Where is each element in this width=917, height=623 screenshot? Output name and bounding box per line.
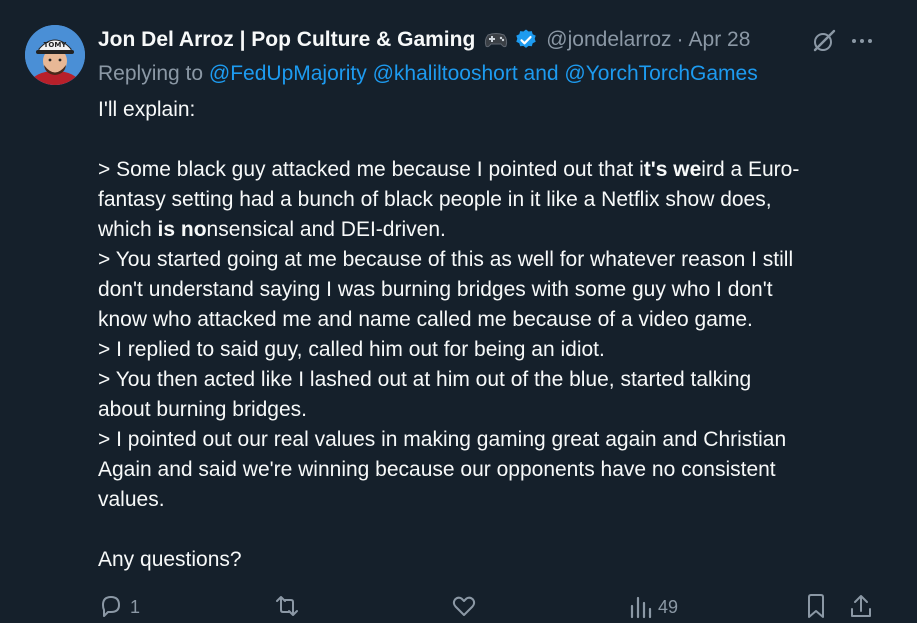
separator-dot: · [676,28,684,51]
bookmark-button[interactable] [804,593,828,619]
reply-icon [98,593,124,619]
body-bold-text: t's we [643,158,702,181]
tweet-header: Jon Del Arroz | Pop Culture & Gaming @jo… [98,24,917,56]
grok-icon[interactable] [811,28,837,54]
mention-khaliltooshort[interactable]: @khaliltooshort [373,62,518,85]
body-text: ird a Euro- [701,158,800,181]
body-line: know who attacked me and name called me … [98,308,753,331]
author-name[interactable]: Jon Del Arroz | Pop Culture & Gaming [98,28,475,52]
body-line: I'll explain: [98,98,196,121]
body-line: > You started going at me because of thi… [98,248,794,271]
bookmark-icon [804,593,828,619]
mention-fedupmajority[interactable]: @FedUpMajority [209,62,367,85]
body-text: which [98,218,158,241]
reply-button[interactable]: 1 [98,593,140,619]
body-text: nsensical and DEI-driven. [206,218,446,241]
tweet-date[interactable]: Apr 28 [689,28,751,52]
replying-to: Replying to @FedUpMajority @khaliltoosho… [98,62,758,86]
body-line: Any questions? [98,548,242,571]
action-bar: 1 49 [98,593,888,623]
body-bold-text: is no [157,218,207,241]
replying-prefix: Replying to [98,62,204,85]
retweet-button[interactable] [273,593,301,619]
tweet[interactable]: TOMY Jon Del Arroz | Pop Culture & Gamin… [0,0,917,619]
like-button[interactable] [451,593,477,619]
body-line: fantasy setting had a bunch of black peo… [98,188,772,211]
body-line: > I replied to said guy, called him out … [98,338,605,361]
replying-and: and [523,62,559,85]
body-line: Again and said we're winning because our… [98,458,776,481]
share-button[interactable] [848,593,874,619]
avatar-cap-text: TOMY [44,41,68,49]
body-blank [98,515,888,545]
like-icon [451,593,477,619]
share-icon [848,593,874,619]
body-line: values. [98,488,165,511]
body-line: > I pointed out our real values in makin… [98,428,787,451]
body-line: which is nonsensical and DEI-driven. [98,215,888,245]
retweet-icon [273,593,301,619]
mention-yorchtorchgames[interactable]: @YorchTorchGames [564,62,757,85]
views-button[interactable]: 49 [628,593,678,619]
views-icon [628,593,652,619]
tweet-body: I'll explain: > Some black guy attacked … [98,95,888,575]
body-line: about burning bridges. [98,398,307,421]
author-handle[interactable]: @jondelarroz [546,28,671,52]
verified-badge-icon[interactable] [514,28,538,52]
body-line: don't understand saying I was burning br… [98,278,773,301]
more-options-icon[interactable] [849,28,875,54]
body-line: > You then acted like I lashed out at hi… [98,368,752,391]
gamepad-icon [483,30,509,50]
body-blank [98,125,888,155]
body-text: > Some black guy attacked me because I p… [98,158,644,181]
avatar[interactable]: TOMY [25,25,85,85]
body-line: > Some black guy attacked me because I p… [98,155,888,185]
